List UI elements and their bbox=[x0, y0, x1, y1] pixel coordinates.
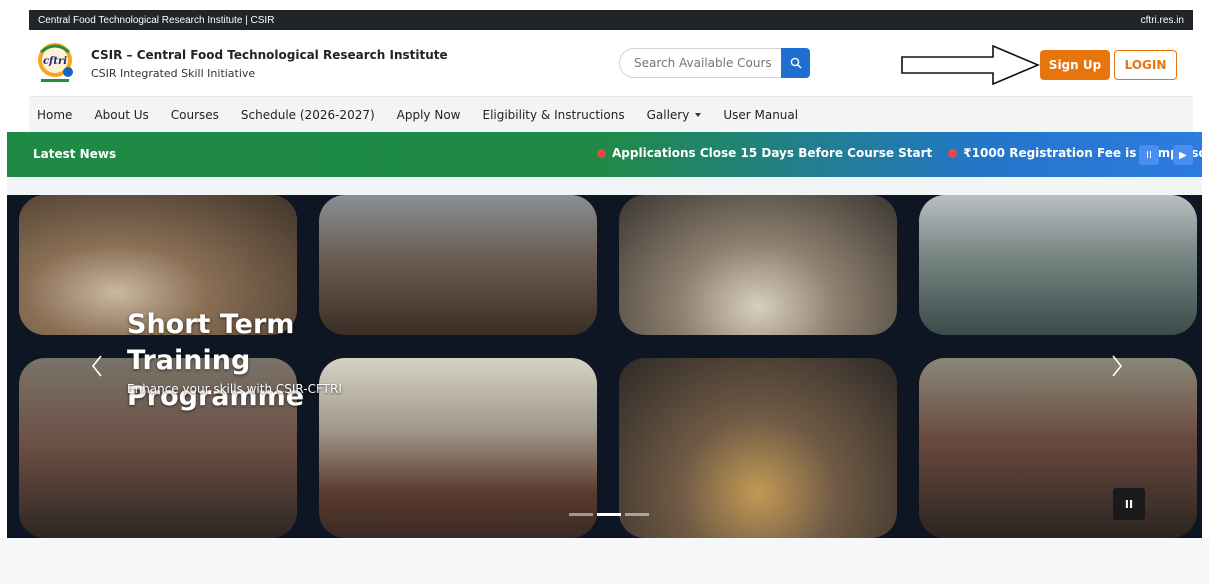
news-ticker: Applications Close 15 Days Before Course… bbox=[597, 146, 1209, 160]
nav-item-home[interactable]: Home bbox=[37, 108, 72, 122]
search-icon bbox=[790, 57, 801, 69]
search-input[interactable] bbox=[619, 48, 782, 78]
hero-title: Short Term Training Programme bbox=[127, 309, 305, 412]
site-header: cftri CSIR – Central Food Technological … bbox=[29, 30, 1193, 96]
nav-item-schedule[interactable]: Schedule (2026-2027) bbox=[241, 108, 375, 122]
latest-news-bar: Latest News Applications Close 15 Days B… bbox=[7, 132, 1209, 177]
gallery-photo bbox=[919, 195, 1197, 335]
carousel-indicator[interactable] bbox=[625, 513, 649, 516]
chevron-left-icon[interactable] bbox=[87, 353, 107, 379]
news-label: Latest News bbox=[33, 147, 117, 161]
svg-text:cftri: cftri bbox=[43, 56, 67, 67]
spacer-band bbox=[7, 177, 1202, 195]
sign-up-button[interactable]: Sign Up bbox=[1040, 50, 1110, 80]
top-strip: Central Food Technological Research Inst… bbox=[29, 10, 1193, 30]
site-subtitle: CSIR Integrated Skill Initiative bbox=[91, 67, 256, 80]
site-domain-link[interactable]: cftri.res.in bbox=[1141, 15, 1184, 26]
page-footer-band bbox=[0, 538, 1209, 584]
nav-item-gallery[interactable]: Gallery bbox=[647, 108, 702, 122]
carousel-pause-button[interactable]: II bbox=[1113, 488, 1145, 520]
search-button[interactable] bbox=[781, 48, 810, 78]
nav-item-apply-now[interactable]: Apply Now bbox=[397, 108, 461, 122]
caret-down-icon bbox=[695, 112, 702, 117]
chevron-right-icon[interactable] bbox=[1107, 353, 1127, 379]
news-item[interactable]: ₹1000 Registration Fee is Compulsory bbox=[948, 146, 1209, 160]
nav-item-user-manual[interactable]: User Manual bbox=[723, 108, 798, 122]
cftri-logo[interactable]: cftri bbox=[35, 40, 75, 86]
bullet-dot-icon bbox=[597, 148, 606, 158]
gallery-photo bbox=[619, 358, 897, 538]
gallery-photo bbox=[619, 195, 897, 335]
hero-carousel: Short Term Training Programme Enhance yo… bbox=[7, 195, 1202, 538]
main-nav: Home About Us Courses Schedule (2026-202… bbox=[29, 96, 1193, 132]
pause-icon: II bbox=[1146, 149, 1152, 161]
gallery-photo bbox=[919, 358, 1197, 538]
nav-item-eligibility[interactable]: Eligibility & Instructions bbox=[482, 108, 624, 122]
hero-subtitle: Enhance your skills with CSIR-CFTRI bbox=[127, 382, 342, 396]
play-icon: ▶ bbox=[1179, 149, 1187, 161]
carousel-indicator[interactable] bbox=[597, 513, 621, 516]
news-item[interactable]: Applications Close 15 Days Before Course… bbox=[597, 146, 932, 160]
site-title: CSIR – Central Food Technological Resear… bbox=[91, 48, 448, 62]
login-button[interactable]: LOGIN bbox=[1114, 50, 1177, 80]
course-search bbox=[619, 48, 810, 78]
news-pause-button[interactable]: II bbox=[1139, 145, 1159, 165]
nav-item-courses[interactable]: Courses bbox=[171, 108, 219, 122]
pause-icon: II bbox=[1124, 497, 1134, 511]
news-item-text: Applications Close 15 Days Before Course… bbox=[612, 146, 933, 160]
bullet-dot-icon bbox=[948, 148, 958, 158]
nav-item-about-us[interactable]: About Us bbox=[94, 108, 148, 122]
carousel-indicators bbox=[567, 513, 651, 516]
nav-gallery-label: Gallery bbox=[646, 107, 690, 122]
page: Central Food Technological Research Inst… bbox=[0, 0, 1209, 584]
annotation-arrow-icon bbox=[901, 44, 1041, 86]
carousel-indicator[interactable] bbox=[569, 513, 593, 516]
news-play-button[interactable]: ▶ bbox=[1173, 145, 1193, 165]
institute-name-strip: Central Food Technological Research Inst… bbox=[38, 14, 275, 26]
